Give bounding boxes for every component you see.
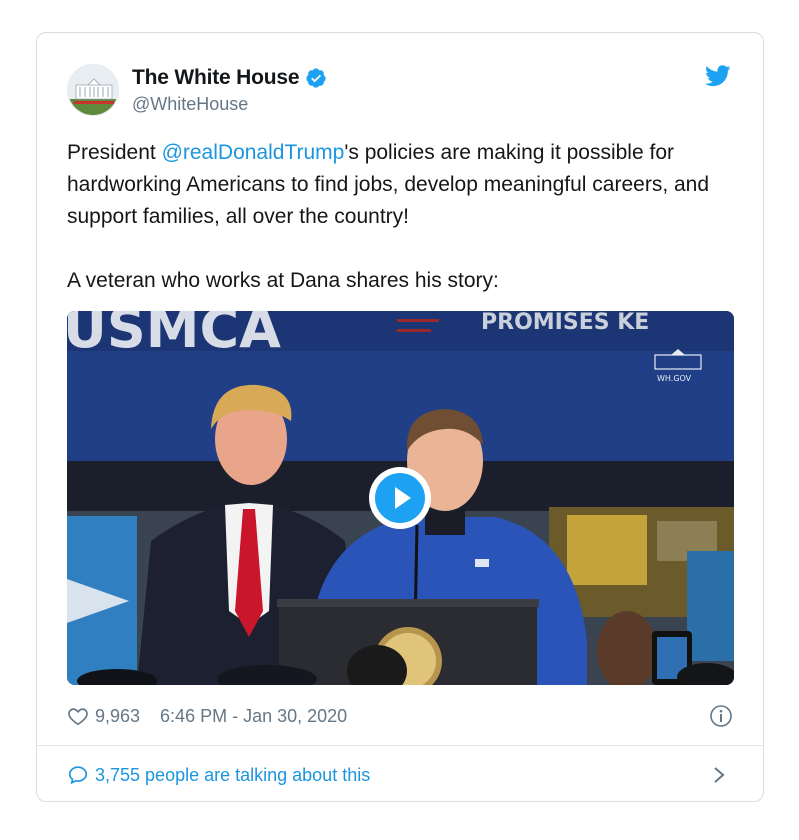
handle[interactable]: @WhiteHouse [132,94,327,115]
chevron-right-icon[interactable] [713,766,725,784]
white-house-logo-icon [68,65,118,115]
tweet-text-prefix: President [67,141,162,164]
play-button[interactable] [369,467,431,529]
tweet-paragraph: President @realDonaldTrump's policies ar… [67,137,737,233]
banner-left-text: USMCA [67,311,281,360]
twitter-bird-icon[interactable] [705,65,731,87]
tweet-card[interactable]: The White House @WhiteHouse President @r… [36,32,764,802]
speech-bubble-icon [68,766,88,785]
video-media[interactable]: USMCA PROMISES KE WH.GOV [67,311,734,685]
timestamp[interactable]: 6:46 PM - Jan 30, 2020 [160,706,347,727]
avatar[interactable] [67,64,119,116]
heart-icon[interactable] [67,705,89,727]
verified-badge-icon [306,68,326,88]
divider [37,745,763,746]
play-icon [375,473,425,523]
tweet-header: The White House @WhiteHouse [67,61,737,121]
conversation-label[interactable]: 3,755 people are talking about this [95,765,370,786]
banner-right-text: PROMISES KE [481,311,649,335]
display-name[interactable]: The White House [132,66,300,90]
conversation-link[interactable]: 3,755 people are talking about this [67,757,737,793]
mention-link[interactable]: @realDonaldTrump [162,141,345,164]
like-count[interactable]: 9,963 [95,706,140,727]
watermark-text: WH.GOV [657,374,692,383]
tweet-meta: 9,963 6:46 PM - Jan 30, 2020 [67,701,737,731]
tweet-second-line: A veteran who works at Dana shares his s… [67,269,499,292]
info-icon[interactable] [709,704,733,728]
tweet-text: President @realDonaldTrump's policies ar… [67,137,737,297]
